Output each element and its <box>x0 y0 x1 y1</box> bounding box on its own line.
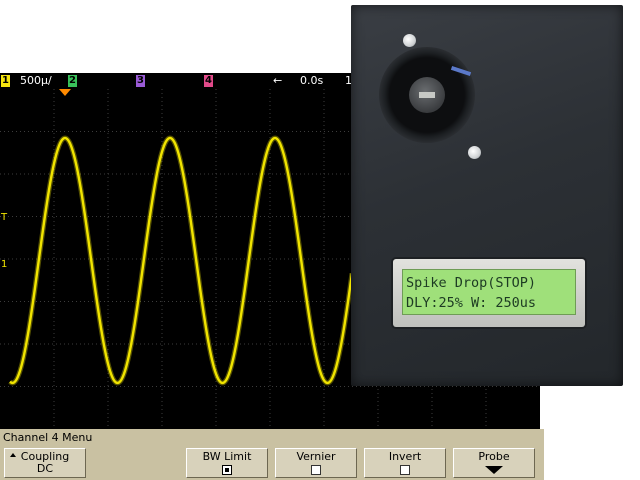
lcd-line-2: DLY:25% W: 250us <box>406 295 537 311</box>
invert-button[interactable]: Invert <box>364 448 446 478</box>
channel-1-ground-marker[interactable]: 1 <box>1 259 7 270</box>
lcd-line-1: Spike Drop(STOP) <box>406 275 537 291</box>
lcd-bezel: Spike Drop(STOP) DLY:25% W: 250us <box>393 259 585 327</box>
channel-1-scale: 500μ/ <box>20 74 52 87</box>
screw <box>403 34 416 47</box>
invert-checkbox[interactable] <box>400 465 410 475</box>
fan-icon <box>379 47 475 143</box>
channel-1-badge[interactable]: 1 <box>1 75 10 87</box>
spike-drop-device: Spike Drop(STOP) DLY:25% W: 250us <box>351 5 623 386</box>
time-reference-arrow-icon: ← <box>273 74 283 87</box>
channel-2-badge[interactable]: 2 <box>68 75 77 87</box>
bw-limit-label: BW Limit <box>202 450 252 463</box>
coupling-value: DC <box>36 462 54 475</box>
channel-4-badge[interactable]: 4 <box>204 75 213 87</box>
vernier-label: Vernier <box>296 450 336 463</box>
channel-1-trace-glow <box>8 135 355 386</box>
fan-label <box>419 92 435 98</box>
trigger-level-marker[interactable]: T <box>0 212 8 223</box>
menu-title: Channel 4 Menu <box>3 431 93 444</box>
trigger-position-marker[interactable] <box>59 89 71 96</box>
up-arrow-icon <box>10 453 16 457</box>
coupling-button[interactable]: Coupling DC <box>4 448 86 478</box>
probe-button[interactable]: Probe <box>453 448 535 478</box>
fan-wire <box>450 66 472 76</box>
fan-hub <box>409 77 445 113</box>
probe-label: Probe <box>478 450 510 463</box>
vernier-button[interactable]: Vernier <box>275 448 357 478</box>
lcd-display: Spike Drop(STOP) DLY:25% W: 250us <box>402 269 576 315</box>
invert-label: Invert <box>388 450 422 463</box>
coupling-label: Coupling <box>20 450 70 463</box>
bw-limit-button[interactable]: BW Limit <box>186 448 268 478</box>
channel-header: 1 500μ/ 2 3 4 ← 0.0s 1 <box>0 73 352 89</box>
bw-limit-checkbox[interactable] <box>222 465 232 475</box>
down-arrow-icon <box>485 466 503 474</box>
horizontal-position: 0.0s <box>300 74 324 87</box>
screw <box>468 146 481 159</box>
vernier-checkbox[interactable] <box>311 465 321 475</box>
channel-3-badge[interactable]: 3 <box>136 75 145 87</box>
channel-menu: Channel 4 Menu Coupling DC BW Limit Vern… <box>0 429 544 480</box>
